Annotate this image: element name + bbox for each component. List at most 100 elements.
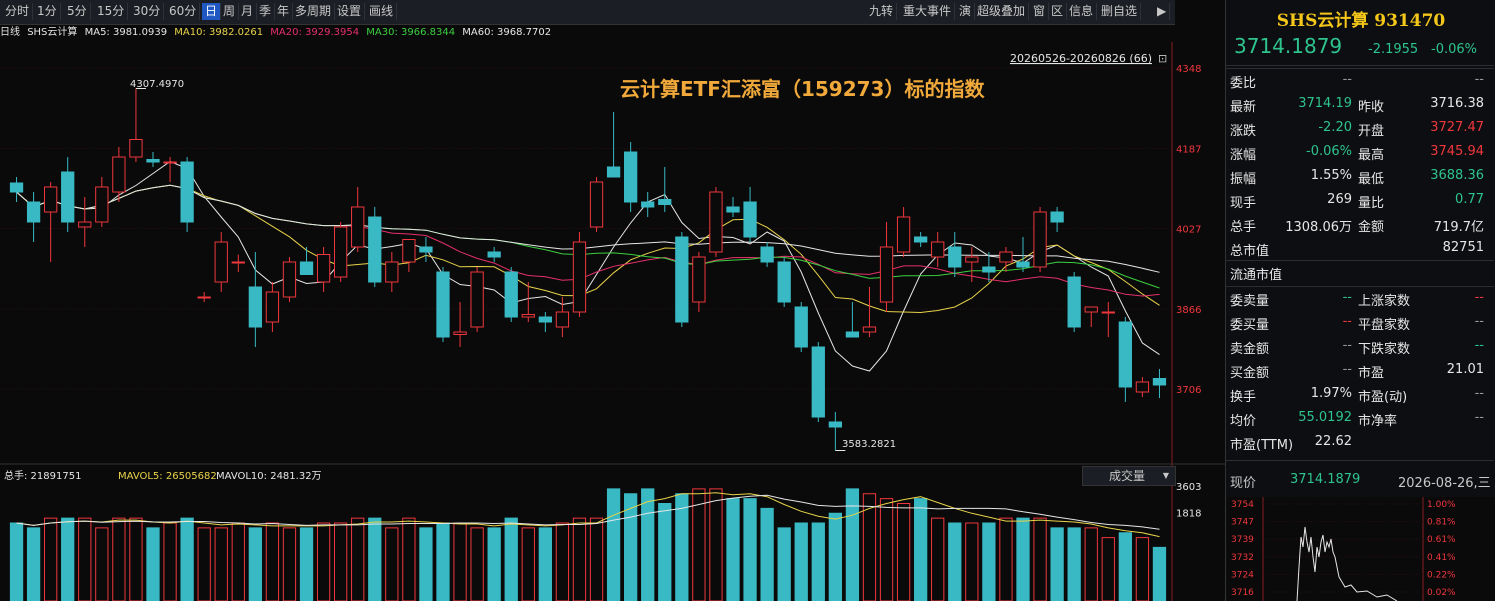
period-4[interactable]: 30分 — [130, 3, 165, 20]
candle-body — [948, 246, 962, 268]
volume-bar — [487, 527, 501, 601]
period-6[interactable]: 日 — [202, 3, 222, 20]
volume-bar — [78, 517, 92, 601]
quote-row: 涨幅 -0.06% 最高 3745.94 — [1226, 140, 1494, 164]
tool-4[interactable]: 窗 — [1030, 3, 1050, 20]
quote-label: 市盈(动) — [1358, 390, 1408, 405]
lock-icon[interactable]: ⊡ — [1158, 52, 1167, 65]
quote-value: -- — [1474, 338, 1484, 353]
intraday-chart[interactable]: 3754 1.00% 3747 0.81% 3739 0.61% 3732 0.41% 3724… — [1227, 497, 1495, 601]
quote-value: -- — [1474, 386, 1484, 401]
quote-label: 昨收 — [1358, 100, 1385, 115]
volume-bar — [95, 527, 109, 601]
volume-bar — [896, 503, 911, 601]
volume-bar — [197, 527, 211, 601]
tool-6[interactable]: 信息 — [1066, 3, 1098, 20]
candle-body — [675, 236, 689, 323]
volume-bar — [641, 488, 655, 601]
ma5-label: MA5: 3981.0939 — [84, 27, 168, 38]
volume-bar — [931, 517, 945, 601]
candle-body — [1101, 311, 1115, 314]
candle-body — [606, 166, 621, 178]
quote-value: 3714.19 — [1298, 96, 1352, 111]
intraday-right-tick: 0.41% — [1427, 553, 1456, 563]
candle-body — [112, 156, 126, 193]
period-5[interactable]: 60分 — [166, 3, 201, 20]
candle-body — [197, 296, 211, 299]
quote-value: 719.7亿 — [1433, 220, 1484, 235]
volume-bar — [982, 522, 996, 601]
candle-body — [811, 346, 825, 418]
volume-selector[interactable]: 成交量 ▼ — [1082, 466, 1176, 486]
quote-value: 22.62 — [1314, 434, 1352, 449]
period-2[interactable]: 5分 — [64, 3, 91, 20]
volume-bar — [828, 512, 842, 601]
volume-bar — [1016, 517, 1030, 601]
candle-body — [658, 199, 672, 205]
volume-bar — [521, 527, 535, 601]
period-0[interactable]: 分时 — [2, 3, 34, 20]
quote-label: 总手 — [1230, 220, 1257, 235]
period-12[interactable]: 设置 — [334, 3, 366, 20]
quote-row: 总市值 82751 — [1226, 236, 1494, 260]
intraday-left-tick: 3747 — [1231, 518, 1254, 528]
quote-label: 涨跌 — [1230, 124, 1257, 139]
volume-bar — [299, 527, 314, 601]
quote-row: 委卖量 -- 上涨家数 -- — [1226, 286, 1494, 310]
volume-bar — [999, 517, 1013, 601]
period-1[interactable]: 1分 — [34, 3, 61, 20]
period-10[interactable]: 年 — [274, 3, 294, 20]
tool-7[interactable]: 删自选 — [1098, 3, 1142, 20]
quote-change: -2.1955 — [1368, 42, 1419, 57]
tool-3[interactable]: 超级叠加 — [974, 3, 1030, 20]
quote-row: 现手 269 量比 0.77 — [1226, 188, 1494, 212]
period-13[interactable]: 画线 — [366, 3, 398, 20]
quote-label: 委卖量 — [1230, 294, 1270, 309]
volume-bar — [61, 517, 75, 601]
tool-0[interactable]: 九转 — [866, 3, 898, 20]
volume-bar — [265, 522, 280, 601]
tool-2[interactable]: 演 — [956, 3, 976, 20]
volume-bar — [231, 522, 245, 601]
period-11[interactable]: 多周期 — [292, 3, 336, 20]
period-3[interactable]: 15分 — [94, 3, 129, 20]
volume-bar — [1118, 532, 1132, 601]
quote-value: 82751 — [1442, 240, 1484, 255]
period-7[interactable]: 周 — [220, 3, 240, 20]
quote-row: 换手 1.97% 市盈(动) -- — [1226, 382, 1494, 406]
quote-value: -- — [1342, 72, 1352, 87]
quote-label: 委比 — [1230, 76, 1257, 91]
period-9[interactable]: 季 — [256, 3, 276, 20]
candle-body — [896, 216, 911, 253]
period-8[interactable]: 月 — [238, 3, 258, 20]
candle-body — [1135, 381, 1150, 393]
volume-bar — [606, 488, 621, 601]
quote-label: 上涨家数 — [1358, 294, 1411, 309]
volume-bar — [743, 498, 757, 601]
candle-body — [1033, 211, 1047, 268]
volume-bar — [1101, 537, 1115, 601]
kline-chart[interactable]: 4348 4187 4027 3866 3706 3603 1818 云计算ETF汇添富（… — [0, 42, 1225, 601]
chart-label: 日线 — [0, 27, 20, 38]
intraday-right-tick: 0.81% — [1427, 518, 1456, 528]
volume-bar — [914, 498, 928, 601]
tool-5[interactable]: 区 — [1048, 3, 1068, 20]
volume-tick-label: 3603 — [1176, 482, 1201, 493]
ma20-label: MA20: 3929.3954 — [270, 27, 360, 38]
quote-row: 市盈(TTM) 22.62 — [1226, 430, 1494, 454]
candle-body — [299, 261, 314, 275]
candle-body — [879, 246, 894, 303]
expand-panel-icon[interactable]: ▶ — [1154, 3, 1171, 20]
tool-1[interactable]: 重大事件 — [900, 3, 956, 20]
volume-bar — [1135, 537, 1150, 601]
volume-bar — [26, 527, 41, 601]
intraday-price: 3714.1879 — [1290, 472, 1361, 487]
candle-body — [777, 261, 791, 303]
volume-bar — [351, 517, 365, 601]
candle-body — [1084, 306, 1098, 313]
quote-row: 流通市值 — [1226, 260, 1494, 284]
volume-bar — [129, 517, 143, 601]
candle-body — [965, 256, 979, 263]
volume-bar — [777, 527, 791, 601]
candle-body — [248, 286, 262, 328]
